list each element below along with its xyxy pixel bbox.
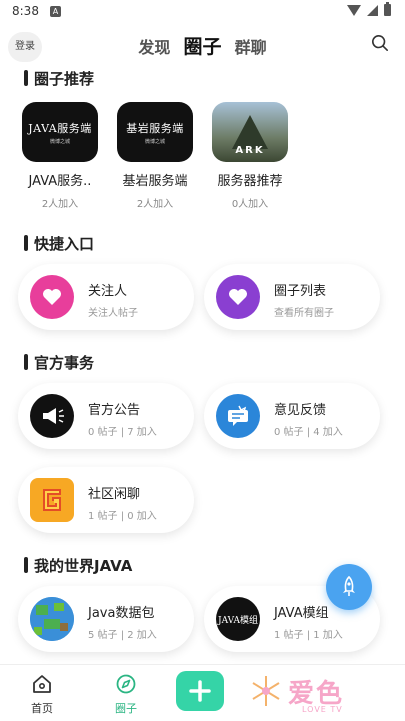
top-header: 登录 发现 圈子 群聊 — [0, 28, 405, 64]
card-subtitle: 1 帖子 | 1 加入 — [274, 630, 343, 641]
megaphone-icon — [30, 394, 74, 438]
battery-icon — [384, 2, 391, 16]
thumbnail-text: JAVA服务端 — [28, 121, 92, 135]
recommend-count: 2人加入 — [41, 199, 79, 210]
feedback-icon — [216, 394, 260, 438]
recommend-count: 2人加入 — [136, 199, 174, 210]
plus-icon — [189, 680, 211, 702]
rocket-fab-button[interactable] — [326, 564, 372, 610]
card-subtitle: 关注人帖子 — [88, 308, 138, 319]
recommend-name: 服务器推荐 — [217, 174, 283, 189]
status-icons — [347, 2, 391, 16]
official-card-chat[interactable]: 社区闲聊 1 帖子 | 0 加入 — [18, 467, 194, 533]
quick-card-followed[interactable]: 关注人 关注人帖子 — [18, 264, 194, 330]
ark-logo-icon — [232, 115, 268, 149]
recommend-count: 0人加入 — [231, 199, 269, 210]
card-subtitle: 1 帖子 | 0 加入 — [88, 511, 157, 522]
bottom-nav: 首页 圈子 爱色 LOVE TV — [0, 664, 405, 721]
section-title-recommend: 圈子推荐 — [24, 68, 94, 89]
section-title-mc-java: 我的世界JAVA — [24, 555, 132, 576]
minecraft-globe-icon — [30, 597, 74, 641]
card-title: JAVA模组 — [274, 606, 329, 621]
thumbnail-text: ARK — [235, 145, 265, 156]
card-title: 关注人 — [88, 284, 128, 299]
recommend-item[interactable]: ARK 服务器推荐 0人加入 — [208, 102, 292, 210]
compass-icon — [116, 674, 136, 694]
quick-card-circle-list[interactable]: 圈子列表 查看所有圈子 — [204, 264, 380, 330]
recommend-thumbnail: ARK — [212, 102, 288, 162]
thumbnail-text: 基岩服务端 — [126, 121, 184, 135]
card-title: 官方公告 — [88, 403, 141, 418]
nav-circle[interactable]: 圈子 — [101, 673, 151, 716]
card-title: 圈子列表 — [274, 284, 327, 299]
official-card-announcement[interactable]: 官方公告 0 帖子 | 7 加入 — [18, 383, 194, 449]
watermark-logo: 爱色 LOVE TV — [244, 669, 374, 717]
watermark-subtext: LOVE TV — [302, 705, 343, 714]
tab-discover[interactable]: 发现 — [138, 34, 170, 58]
pixel-g-icon — [30, 478, 74, 522]
signal-icon — [367, 4, 378, 16]
section-title-quick: 快捷入口 — [24, 233, 94, 254]
card-title: 社区闲聊 — [88, 487, 141, 502]
nav-circle-label: 圈子 — [115, 702, 137, 715]
snowflake-logo-icon — [252, 676, 280, 706]
top-tabs: 发现 圈子 群聊 — [0, 32, 405, 59]
card-subtitle: 0 帖子 | 4 加入 — [274, 427, 343, 438]
wifi-icon — [347, 4, 361, 16]
status-bar: 8:38 A — [0, 0, 405, 24]
recommend-thumbnail: JAVA服务端 微博之城 — [22, 102, 98, 162]
card-title: Java数据包 — [88, 606, 155, 621]
recommend-name: JAVA服务.. — [28, 174, 92, 189]
add-post-button[interactable] — [176, 671, 224, 711]
heart-icon — [216, 275, 260, 319]
notification-icon: A — [50, 6, 61, 17]
nav-home-label: 首页 — [31, 702, 53, 715]
card-subtitle: 查看所有圈子 — [274, 308, 334, 319]
official-card-feedback[interactable]: 意见反馈 0 帖子 | 4 加入 — [204, 383, 380, 449]
thumbnail-text: JAVA模组 — [217, 615, 259, 626]
mc-card-datapack[interactable]: Java数据包 5 帖子 | 2 加入 — [18, 586, 194, 652]
recommend-item[interactable]: 基岩服务端 微博之城 基岩服务端 2人加入 — [113, 102, 197, 210]
tab-circle[interactable]: 圈子 — [183, 32, 221, 59]
card-subtitle: 5 帖子 | 2 加入 — [88, 630, 157, 641]
home-icon — [33, 675, 51, 693]
card-title: 意见反馈 — [274, 403, 327, 418]
tab-group-chat[interactable]: 群聊 — [235, 34, 267, 58]
section-title-official: 官方事务 — [24, 352, 94, 373]
card-subtitle: 0 帖子 | 7 加入 — [88, 427, 157, 438]
status-time: 8:38 — [12, 4, 39, 18]
java-mods-thumbnail: JAVA模组 — [216, 597, 260, 641]
recommend-item[interactable]: JAVA服务端 微博之城 JAVA服务.. 2人加入 — [18, 102, 102, 210]
recommend-thumbnail: 基岩服务端 微博之城 — [117, 102, 193, 162]
heart-icon — [30, 275, 74, 319]
search-icon[interactable] — [371, 34, 389, 52]
nav-home[interactable]: 首页 — [17, 673, 67, 716]
thumbnail-subtext: 微博之城 — [144, 138, 165, 145]
rocket-icon — [343, 576, 355, 596]
thumbnail-subtext: 微博之城 — [49, 138, 70, 145]
recommend-name: 基岩服务端 — [122, 174, 188, 189]
